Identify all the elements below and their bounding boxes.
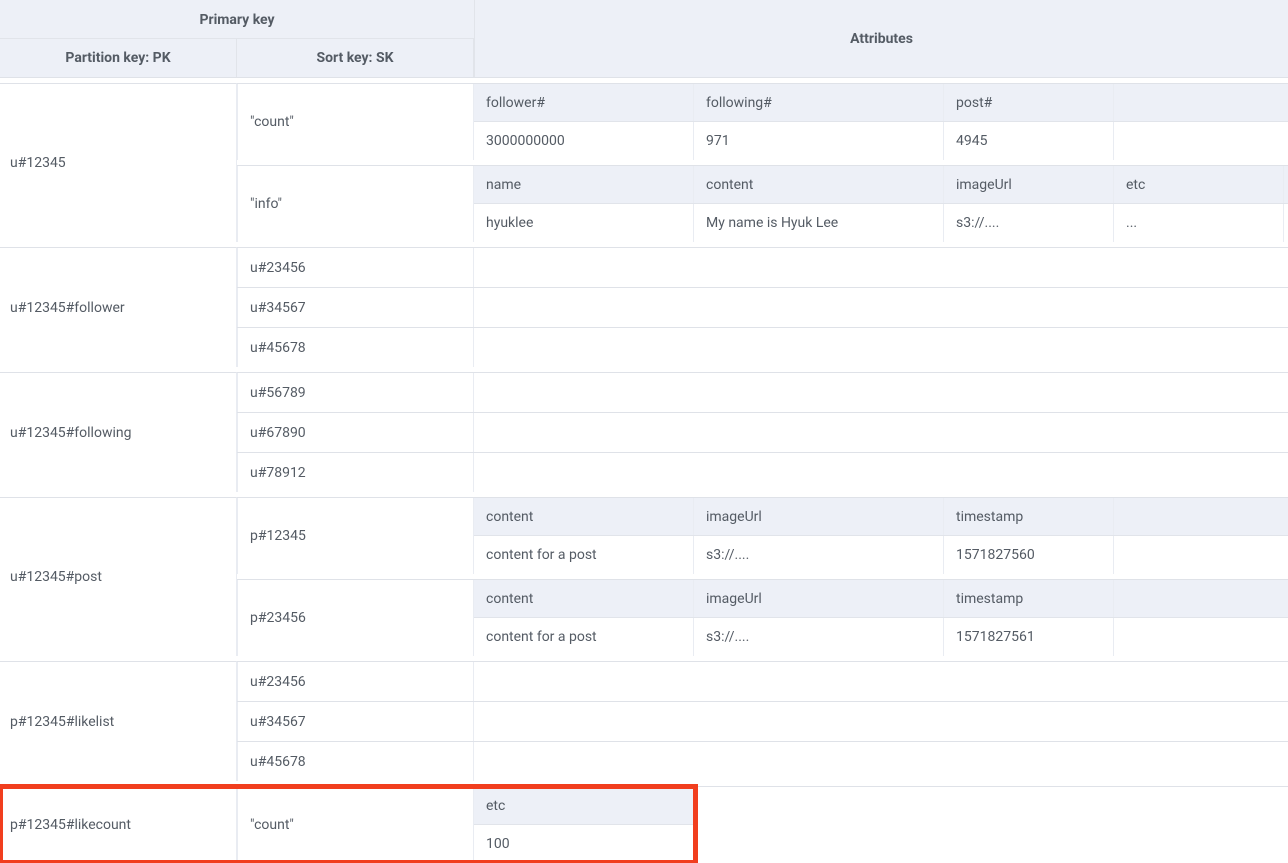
attribute-header-cell: content xyxy=(474,580,694,617)
partition-key-cell: u#12345 xyxy=(0,83,237,242)
attribute-value-row: 30000000009714945 xyxy=(474,122,1288,160)
partition-key-cell: p#12345#likelist xyxy=(0,661,237,781)
attribute-header-row: contentimageUrltimestamp xyxy=(474,498,1288,536)
attribute-value-cell: 1571827561 xyxy=(944,618,1114,656)
attribute-header-row: contentimageUrltimestamp xyxy=(474,580,1288,618)
table-row-group: p#12345#likelistu#23456u#34567u#45678 xyxy=(0,661,1288,781)
sort-key-cell: p#12345 xyxy=(237,498,474,574)
attribute-header-cell: content xyxy=(694,166,944,203)
table-row-group: u#12345#postp#12345contentimageUrltimest… xyxy=(0,497,1288,656)
attributes-block: etc100 xyxy=(474,787,696,863)
sort-key-cell: p#23456 xyxy=(237,580,474,656)
header-attributes: Attributes xyxy=(474,0,1288,77)
attributes-block xyxy=(474,328,1288,367)
attribute-header-cell: timestamp xyxy=(944,498,1114,535)
sort-key-stack: u#56789u#67890u#78912 xyxy=(237,372,1288,492)
header-sort-key: Sort key: SK xyxy=(237,39,474,77)
attribute-header-cell: etc xyxy=(1114,166,1284,203)
attribute-value-cell: 971 xyxy=(694,122,944,160)
attribute-value-cell: s3://.... xyxy=(694,536,944,574)
attribute-header-cell: imageUrl xyxy=(694,580,944,617)
sort-key-stack: "count"etc100 xyxy=(237,786,1288,863)
attribute-header-row: follower#following#post# xyxy=(474,84,1288,122)
attributes-block xyxy=(474,413,1288,452)
sort-key-cell: u#45678 xyxy=(237,742,474,781)
attributes-block xyxy=(474,373,1288,412)
attribute-value-row: content for a posts3://....1571827561 xyxy=(474,618,1288,656)
attribute-value-cell: ... xyxy=(1114,204,1284,242)
attribute-header-row: namecontentimageUrletc xyxy=(474,166,1288,204)
partition-key-cell: u#12345#post xyxy=(0,497,237,656)
table-row-group: u#12345#followeru#23456u#34567u#45678 xyxy=(0,247,1288,367)
attribute-header-cell: timestamp xyxy=(944,580,1114,617)
sort-key-cell: "count" xyxy=(237,84,474,160)
header-primary-key: Primary key xyxy=(0,0,474,39)
attributes-block xyxy=(474,453,1288,492)
sort-key-cell: "info" xyxy=(237,166,474,242)
header-partition-key: Partition key: PK xyxy=(0,39,237,77)
attribute-header-cell: imageUrl xyxy=(944,166,1114,203)
sort-key-cell: u#56789 xyxy=(237,373,474,412)
partition-key-cell: u#12345#following xyxy=(0,372,237,492)
attributes-block: contentimageUrltimestampcontent for a po… xyxy=(474,498,1288,574)
sort-key-cell: "count" xyxy=(237,787,474,863)
attributes-block xyxy=(474,662,1288,701)
attribute-value-cell: 4945 xyxy=(944,122,1114,160)
sort-key-stack: u#23456u#34567u#45678 xyxy=(237,247,1288,367)
attribute-header-cell: post# xyxy=(944,84,1114,121)
dynamodb-schema-table: Primary key Attributes Partition key: PK… xyxy=(0,0,1288,863)
attribute-value-row: content for a posts3://....1571827560 xyxy=(474,536,1288,574)
attribute-header-cell: name xyxy=(474,166,694,203)
table-header: Primary key Attributes Partition key: PK… xyxy=(0,0,1288,78)
attribute-value-cell: 100 xyxy=(474,825,694,863)
attributes-block: follower#following#post#3000000000971494… xyxy=(474,84,1288,160)
table-row-group: u#12345#followingu#56789u#67890u#78912 xyxy=(0,372,1288,492)
attribute-value-cell: hyuklee xyxy=(474,204,694,242)
table-body: u#12345"count"follower#following#post#30… xyxy=(0,83,1288,863)
partition-key-cell: p#12345#likecount xyxy=(0,786,237,863)
sort-key-stack: u#23456u#34567u#45678 xyxy=(237,661,1288,781)
sort-key-cell: u#23456 xyxy=(237,662,474,701)
attribute-header-cell: imageUrl xyxy=(694,498,944,535)
sort-key-cell: u#67890 xyxy=(237,413,474,452)
attributes-block xyxy=(474,248,1288,287)
attributes-block xyxy=(474,742,1288,781)
sort-key-stack: "count"follower#following#post#300000000… xyxy=(237,83,1288,242)
attributes-block: namecontentimageUrletchyukleeMy name is … xyxy=(474,166,1288,242)
attribute-header-cell: content xyxy=(474,498,694,535)
attribute-value-row: hyukleeMy name is Hyuk Lees3://....... xyxy=(474,204,1288,242)
attribute-header-cell: follower# xyxy=(474,84,694,121)
partition-key-cell: u#12345#follower xyxy=(0,247,237,367)
table-row-group: u#12345"count"follower#following#post#30… xyxy=(0,83,1288,242)
table-row-group: p#12345#likecount"count"etc100 xyxy=(0,786,696,863)
attribute-header-row: etc xyxy=(474,787,696,825)
sort-key-cell: u#34567 xyxy=(237,288,474,327)
attribute-value-cell: s3://.... xyxy=(694,618,944,656)
attribute-value-cell: 3000000000 xyxy=(474,122,694,160)
sort-key-cell: u#45678 xyxy=(237,328,474,367)
attribute-header-cell: etc xyxy=(474,787,694,824)
attributes-block xyxy=(474,702,1288,741)
attribute-value-cell: content for a post xyxy=(474,618,694,656)
attributes-block xyxy=(474,288,1288,327)
attribute-value-cell: 1571827560 xyxy=(944,536,1114,574)
sort-key-cell: u#78912 xyxy=(237,453,474,492)
attribute-value-cell: content for a post xyxy=(474,536,694,574)
sort-key-cell: u#23456 xyxy=(237,248,474,287)
sort-key-stack: p#12345contentimageUrltimestampcontent f… xyxy=(237,497,1288,656)
attribute-header-cell: following# xyxy=(694,84,944,121)
sort-key-cell: u#34567 xyxy=(237,702,474,741)
attributes-block: contentimageUrltimestampcontent for a po… xyxy=(474,580,1288,656)
attribute-value-cell: s3://.... xyxy=(944,204,1114,242)
attribute-value-cell: My name is Hyuk Lee xyxy=(694,204,944,242)
attribute-value-row: 100 xyxy=(474,825,696,863)
